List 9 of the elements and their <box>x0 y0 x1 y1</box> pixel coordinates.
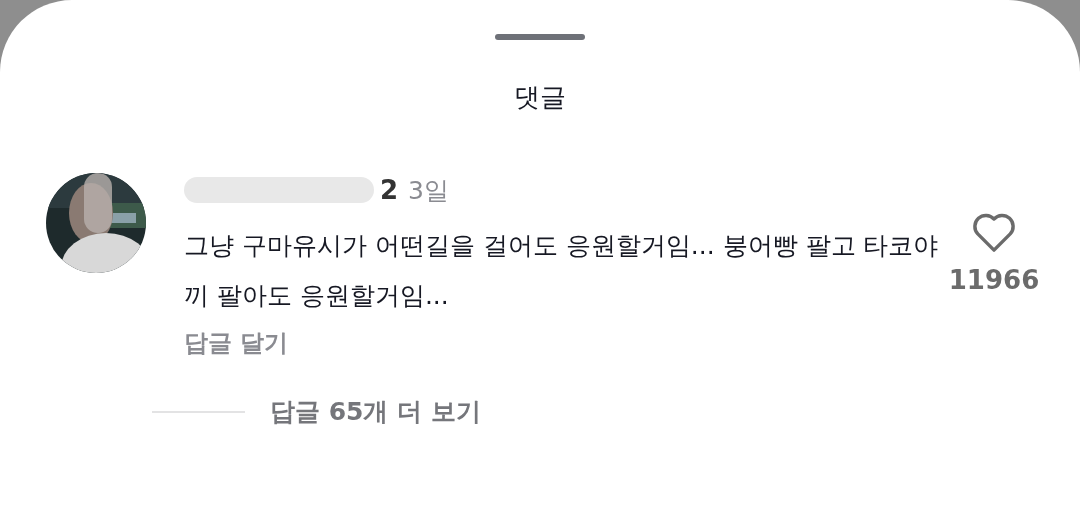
sheet-title: 댓글 <box>514 81 566 114</box>
comment-time: 3일 <box>408 174 449 207</box>
username[interactable]: 2 <box>380 175 399 205</box>
reply-link[interactable]: 답글 달기 <box>184 327 289 359</box>
like-count: 11966 <box>948 265 1040 295</box>
drag-handle[interactable] <box>495 34 585 40</box>
comment-text: 그냥 구마유시가 어떤길을 걸어도 응원할거임... 붕어빵 팔고 타코야끼 팔아도 응원할거임... <box>184 230 940 312</box>
view-replies-link[interactable]: 답글 65개 더 보기 <box>270 395 481 428</box>
heart-icon[interactable] <box>971 211 1017 253</box>
